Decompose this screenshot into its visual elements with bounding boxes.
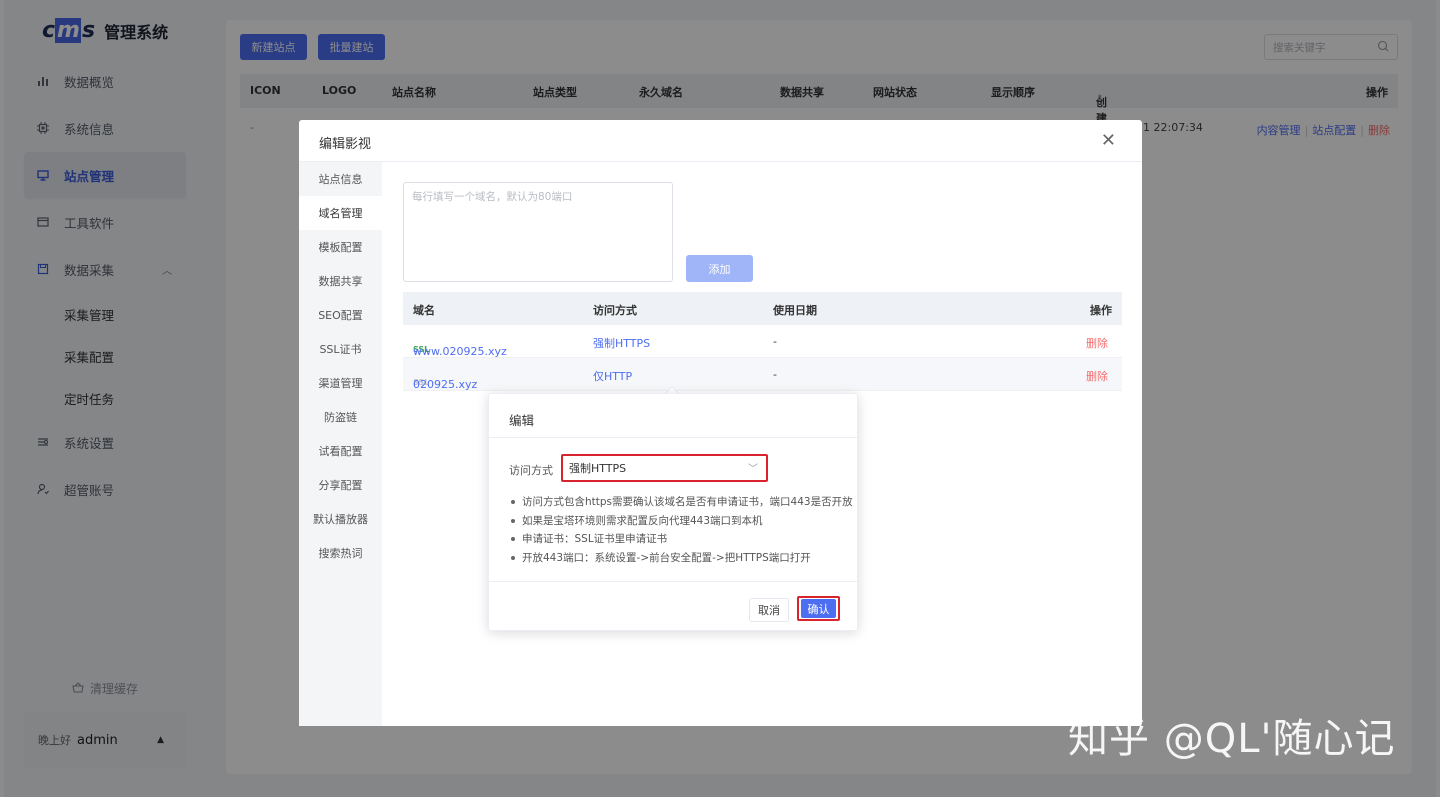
tab-data-share[interactable]: 数据共享 [299, 264, 382, 298]
dialog-title: 编辑影视 [319, 137, 372, 152]
access-mode-link[interactable]: 仅HTTP [593, 368, 632, 384]
edit-popover: 编辑 访问方式 强制HTTPS ﹀ 访问方式包含https需要确认该域名是否有申… [488, 393, 858, 631]
access-mode-link[interactable]: 强制HTTPS [593, 335, 650, 351]
dialog-tabs: 站点信息 域名管理 模板配置 数据共享 SEO配置 SSL证书 渠道管理 防盗链… [299, 162, 382, 726]
watermark: 知乎 @QL'随心记 [1068, 716, 1396, 762]
tab-anti-leech[interactable]: 防盗链 [299, 400, 382, 434]
tab-channel-management[interactable]: 渠道管理 [299, 366, 382, 400]
tab-seo-config[interactable]: SEO配置 [299, 298, 382, 332]
col-domain-actions: 操作 [1090, 304, 1112, 317]
access-mode-select[interactable]: 强制HTTPS ﹀ [561, 454, 768, 482]
use-date: - [773, 368, 777, 381]
tip-item: 访问方式包含https需要确认该域名是否有申请证书，端口443是否开放 [511, 494, 853, 513]
tab-default-player[interactable]: 默认播放器 [299, 502, 382, 536]
add-domain-button[interactable]: 添加 [686, 255, 753, 282]
access-mode-label: 访问方式 [509, 464, 553, 477]
divider [489, 581, 857, 582]
table-row: SSL 020925.xyz 仅HTTP - 删除 [403, 358, 1122, 391]
tip-item: 开放443端口：系统设置->前台安全配置->把HTTPS端口打开 [511, 550, 853, 569]
close-icon[interactable]: ✕ [1101, 130, 1116, 151]
col-domain: 域名 [413, 304, 435, 317]
tab-site-info[interactable]: 站点信息 [299, 162, 382, 196]
cancel-button[interactable]: 取消 [749, 598, 789, 622]
delete-domain-button[interactable]: 删除 [1086, 368, 1108, 384]
tab-template-config[interactable]: 模板配置 [299, 230, 382, 264]
popover-title: 编辑 [509, 413, 535, 428]
domain-textarea[interactable]: 每行填写一个域名，默认为80端口 [403, 182, 673, 282]
divider [299, 161, 1142, 162]
table-row: SSL www.020925.xyz 强制HTTPS - 删除 [403, 325, 1122, 358]
tab-preview-config[interactable]: 试看配置 [299, 434, 382, 468]
delete-domain-button[interactable]: 删除 [1086, 335, 1108, 351]
access-mode-value: 强制HTTPS [569, 462, 627, 475]
tab-ssl-cert[interactable]: SSL证书 [299, 332, 382, 366]
tips-list: 访问方式包含https需要确认该域名是否有申请证书，端口443是否开放 如果是宝… [511, 494, 853, 568]
divider [489, 437, 857, 438]
chevron-down-icon: ﹀ [748, 464, 758, 475]
use-date: - [773, 335, 777, 348]
tab-hot-search[interactable]: 搜索热词 [299, 536, 382, 570]
tab-share-config[interactable]: 分享配置 [299, 468, 382, 502]
confirm-button-highlight: 确认 [797, 596, 840, 621]
tip-item: 如果是宝塔环境则需求配置反向代理443端口到本机 [511, 513, 853, 532]
tip-item: 申请证书：SSL证书里申请证书 [511, 531, 853, 550]
domain-textarea-placeholder: 每行填写一个域名，默认为80端口 [412, 191, 573, 203]
col-access-mode: 访问方式 [593, 304, 637, 317]
domain-table-header: 域名 访问方式 使用日期 操作 [403, 292, 1122, 325]
col-use-date: 使用日期 [773, 304, 817, 317]
tab-domain-management[interactable]: 域名管理 [299, 196, 382, 230]
confirm-button[interactable]: 确认 [801, 599, 836, 618]
domain-link[interactable]: 020925.xyz [413, 378, 477, 391]
domain-link[interactable]: www.020925.xyz [413, 345, 507, 358]
